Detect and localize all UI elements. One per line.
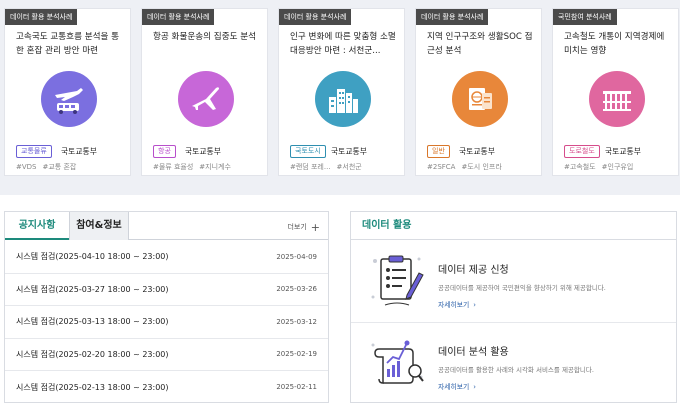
hashtag[interactable]: #랜덤 포레... xyxy=(290,163,331,171)
notice-date: 2025-03-12 xyxy=(276,317,317,326)
card-organization: 국토교통부 xyxy=(605,147,641,156)
details-link[interactable]: 자세히보기 › xyxy=(438,381,476,391)
card-category-badge: 일반 xyxy=(427,145,450,158)
clipboard-pen-icon xyxy=(371,255,424,306)
hashtag[interactable]: #고속철도 xyxy=(564,163,596,171)
notice-date: 2025-02-11 xyxy=(276,383,317,392)
card-hashtags: #2SFCA #도시 인프라 xyxy=(427,162,502,172)
railway-bridge-icon xyxy=(589,71,645,127)
card-type-tag: 국민참여 분석사례 xyxy=(553,9,617,25)
plane-bus-icon xyxy=(41,71,97,127)
case-card[interactable]: 데이터 활용 분석사례 인구 변화에 따른 맞춤형 소멸 대응방안 마련 : 서… xyxy=(278,8,405,176)
notice-title: 시스템 점검(2025-03-13 18:00 ~ 23:00) xyxy=(16,317,169,327)
card-category-badge: 항공 xyxy=(153,145,176,158)
tab-participation-info[interactable]: 참여&정보 xyxy=(69,212,129,240)
hashtag[interactable]: #VDS xyxy=(16,163,37,171)
card-hashtags: #랜덤 포레... #서천군 xyxy=(290,162,362,172)
city-buildings-icon xyxy=(315,71,371,127)
hashtag[interactable]: #물류 효율성 xyxy=(153,163,193,171)
data-usage-heading: 데이터 활용 xyxy=(351,212,676,240)
notice-title: 시스템 점검(2025-04-10 18:00 ~ 23:00) xyxy=(16,252,169,262)
notice-title: 시스템 점검(2025-02-13 18:00 ~ 23:00) xyxy=(16,382,169,392)
card-title: 항공 화물운송의 집중도 분석 xyxy=(153,32,257,42)
more-button[interactable]: 더보기 + xyxy=(287,221,320,234)
card-organization: 국토교통부 xyxy=(459,147,495,156)
hashtag[interactable]: #인구유입 xyxy=(602,163,634,171)
notice-row[interactable]: 시스템 점검(2025-03-27 18:00 ~ 23:00) 2025-03… xyxy=(5,274,328,306)
airplane-icon xyxy=(178,71,234,127)
notice-row[interactable]: 시스템 점검(2025-03-13 18:00 ~ 23:00) 2025-03… xyxy=(5,306,328,339)
card-title: 고속철도 개통이 지역경제에 미치는 영향 xyxy=(564,32,665,56)
data-item-title: 데이터 제공 신청 xyxy=(438,265,509,276)
hashtag[interactable]: #서천군 xyxy=(337,163,362,171)
notice-title: 시스템 점검(2025-03-27 18:00 ~ 23:00) xyxy=(16,284,169,294)
details-link-label: 자세히보기 xyxy=(438,301,470,309)
case-card[interactable]: 데이터 활용 분석사례 고속국도 교통흐름 분석을 통한 혼잡 관리 방안 마련… xyxy=(4,8,131,176)
more-label: 더보기 xyxy=(287,223,307,231)
data-usage-panel: 데이터 활용 데이터 제공 신청 공공데이터를 제공하여 국민편익을 향상하기 … xyxy=(350,211,677,403)
details-link-label: 자세히보기 xyxy=(438,383,470,391)
hashtag[interactable]: #2SFCA xyxy=(427,163,455,171)
passport-globe-icon xyxy=(452,71,508,127)
hashtag[interactable]: #교통 혼잡 xyxy=(43,163,77,171)
notice-date: 2025-02-19 xyxy=(276,350,317,359)
card-type-tag: 데이터 활용 분석사례 xyxy=(279,9,352,25)
chevron-right-icon: › xyxy=(473,383,476,391)
case-card[interactable]: 데이터 활용 분석사례 항공 화물운송의 집중도 분석 항공 국토교통부 #물류… xyxy=(141,8,268,176)
hashtag[interactable]: #지니계수 xyxy=(199,163,231,171)
card-category-badge: 도로철도 xyxy=(564,145,600,158)
card-title: 고속국도 교통흐름 분석을 통한 혼잡 관리 방안 마련 xyxy=(16,32,120,56)
notice-row[interactable]: 시스템 점검(2025-02-13 18:00 ~ 23:00) 2025-02… xyxy=(5,371,328,404)
card-hashtags: #고속철도 #인구유입 xyxy=(564,162,633,172)
notice-title: 시스템 점검(2025-02-20 18:00 ~ 23:00) xyxy=(16,349,169,359)
card-organization: 국토교통부 xyxy=(331,147,367,156)
data-item-description: 공공데이터를 제공하여 국민편익을 향상하기 위해 제공합니다. xyxy=(438,284,606,292)
card-organization: 국토교통부 xyxy=(61,147,97,156)
card-category-badge: 교통물류 xyxy=(16,145,52,158)
notice-tabs: 공지사항 참여&정보 더보기 + xyxy=(5,212,328,240)
case-card[interactable]: 국민참여 분석사례 고속철도 개통이 지역경제에 미치는 영향 도로철도 국토교… xyxy=(552,8,679,176)
plus-icon: + xyxy=(310,221,320,234)
scroll-chart-icon xyxy=(371,340,424,384)
notice-row[interactable]: 시스템 점검(2025-04-10 18:00 ~ 23:00) 2025-04… xyxy=(5,241,328,274)
case-cards-section: 데이터 활용 분석사례 고속국도 교통흐름 분석을 통한 혼잡 관리 방안 마련… xyxy=(0,0,680,195)
notice-panel: 공지사항 참여&정보 더보기 + 시스템 점검(2025-04-10 18:00 … xyxy=(4,211,329,403)
notice-date: 2025-04-09 xyxy=(276,252,317,261)
card-title: 인구 변화에 따른 맞춤형 소멸 대응방안 마련 : 서천군... xyxy=(290,32,396,56)
notice-date: 2025-03-26 xyxy=(276,285,317,294)
data-analysis-item[interactable]: 데이터 분석 활용 공공데이터를 활용한 사례와 시각화 서비스를 제공합니다.… xyxy=(351,323,676,405)
notice-row[interactable]: 시스템 점검(2025-02-20 18:00 ~ 23:00) 2025-02… xyxy=(5,339,328,371)
card-category-badge: 국토도시 xyxy=(290,145,326,158)
card-hashtags: #VDS #교통 혼잡 xyxy=(16,162,76,172)
data-provision-item[interactable]: 데이터 제공 신청 공공데이터를 제공하여 국민편익을 향상하기 위해 제공합니… xyxy=(351,241,676,323)
tab-notice[interactable]: 공지사항 xyxy=(5,212,69,240)
card-hashtags: #물류 효율성 #지니계수 xyxy=(153,162,231,172)
card-type-tag: 데이터 활용 분석사례 xyxy=(5,9,78,25)
notice-list: 시스템 점검(2025-04-10 18:00 ~ 23:00) 2025-04… xyxy=(5,241,328,404)
hashtag[interactable]: #도시 인프라 xyxy=(461,163,501,171)
data-item-description: 공공데이터를 활용한 사례와 시각화 서비스를 제공합니다. xyxy=(438,366,594,374)
card-title: 지역 인구구조와 생활SOC 접근성 분석 xyxy=(427,32,533,56)
card-organization: 국토교통부 xyxy=(185,147,221,156)
card-type-tag: 데이터 활용 분석사례 xyxy=(142,9,215,25)
data-item-title: 데이터 분석 활용 xyxy=(438,347,509,358)
card-type-tag: 데이터 활용 분석사례 xyxy=(416,9,489,25)
case-card[interactable]: 데이터 활용 분석사례 지역 인구구조와 생활SOC 접근성 분석 일반 국토교… xyxy=(415,8,542,176)
chevron-right-icon: › xyxy=(473,301,476,309)
details-link[interactable]: 자세히보기 › xyxy=(438,299,476,309)
